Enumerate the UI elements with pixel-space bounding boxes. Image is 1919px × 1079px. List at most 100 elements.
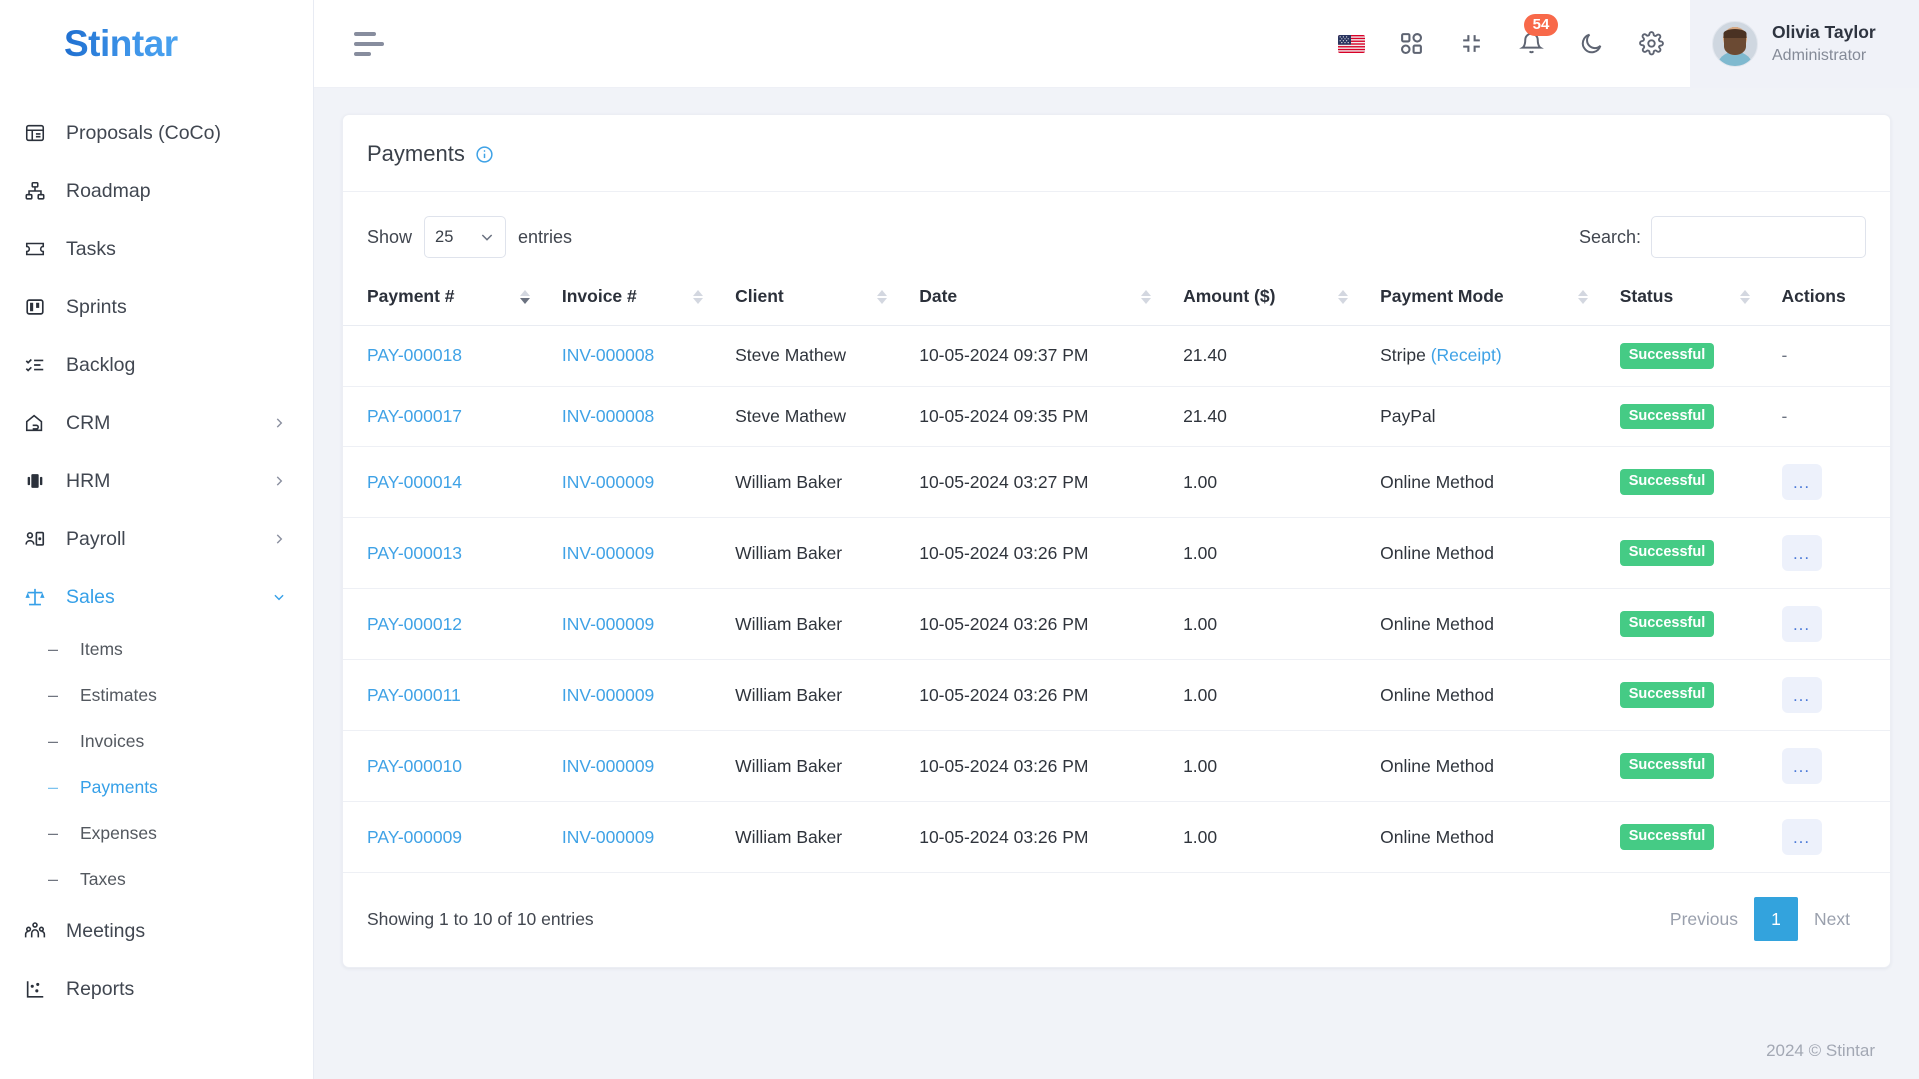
sidebar-subitem-payments[interactable]: – Payments	[0, 764, 313, 810]
cell-payment-mode: PayPal	[1368, 386, 1608, 447]
invoice-link[interactable]: INV-000009	[562, 472, 654, 492]
column-header-invoice[interactable]: Invoice #	[549, 272, 724, 326]
sidebar-item-crm[interactable]: CRM	[0, 394, 313, 452]
cell-payment-number: PAY-000011	[343, 659, 550, 731]
moon-icon[interactable]	[1574, 27, 1608, 61]
client-name: William Baker	[735, 471, 843, 492]
topbar: 54 Olivia Taylor Administrator	[314, 0, 1919, 88]
column-header-status[interactable]: Status	[1607, 272, 1770, 326]
gear-icon[interactable]	[1634, 27, 1668, 61]
payment-link[interactable]: PAY-000017	[367, 406, 462, 426]
payment-link[interactable]: PAY-000010	[367, 756, 462, 776]
row-actions-button[interactable]: ...	[1781, 677, 1822, 713]
page-size-select[interactable]: 25	[424, 216, 507, 258]
grid-apps-icon[interactable]	[1394, 27, 1428, 61]
row-actions-button[interactable]: ...	[1781, 819, 1822, 855]
cell-date: 10-05-2024 03:26 PM	[907, 659, 1172, 731]
sort-arrows-icon	[693, 289, 704, 304]
cell-invoice-number: INV-000009	[549, 517, 724, 589]
sidebar-item-meetings[interactable]: Meetings	[0, 902, 313, 960]
sidebar-item-proposals[interactable]: Proposals (CoCo)	[0, 104, 313, 162]
column-header-payment-mode[interactable]: Payment Mode	[1368, 272, 1608, 326]
sidebar-subitem-invoices[interactable]: – Invoices	[0, 718, 313, 764]
cell-payment-number: PAY-000012	[343, 588, 550, 660]
sidebar-item-sprints[interactable]: Sprints	[0, 278, 313, 336]
invoice-link[interactable]: INV-000009	[562, 827, 654, 847]
cell-invoice-number: INV-000009	[549, 801, 724, 873]
sort-arrows-icon	[1739, 289, 1750, 304]
client-name: William Baker	[735, 542, 843, 563]
column-header-date[interactable]: Date	[907, 272, 1172, 326]
column-header-client[interactable]: Client	[723, 272, 908, 326]
sidebar-item-label: Roadmap	[66, 179, 151, 202]
payment-link[interactable]: PAY-000013	[367, 543, 462, 563]
sidebar-subitem-items[interactable]: – Items	[0, 626, 313, 672]
sidebar-item-sales[interactable]: Sales	[0, 568, 313, 626]
sidebar-item-label: Sprints	[66, 295, 127, 318]
invoice-link[interactable]: INV-000009	[562, 756, 654, 776]
reports-icon	[24, 976, 54, 1002]
column-header-amount[interactable]: Amount ($)	[1171, 272, 1369, 326]
row-actions-button[interactable]: ...	[1781, 748, 1822, 784]
user-profile[interactable]: Olivia Taylor Administrator	[1690, 0, 1919, 88]
sidebar-subitem-expenses[interactable]: – Expenses	[0, 810, 313, 856]
table-row: PAY-000017 INV-000008 Steve Mathew 10-05-20…	[343, 386, 1890, 447]
sidebar-item-backlog[interactable]: Backlog	[0, 336, 313, 394]
column-label: Amount ($)	[1183, 286, 1276, 306]
sidebar-item-label: Reports	[66, 977, 135, 1000]
cell-date: 10-05-2024 09:37 PM	[907, 325, 1172, 387]
sidebar-nav: Proposals (CoCo) Roadmap Tasks Sprints B…	[0, 88, 313, 1079]
payment-link[interactable]: PAY-000018	[367, 345, 462, 365]
sidebar-subitem-label: Taxes	[80, 868, 126, 889]
invoice-link[interactable]: INV-000008	[562, 345, 654, 365]
receipt-link[interactable]: (Receipt)	[1431, 345, 1502, 365]
bell-icon[interactable]: 54	[1514, 13, 1558, 61]
pagination-previous[interactable]: Previous	[1654, 899, 1754, 940]
cell-status: Successful	[1607, 588, 1770, 660]
cell-client: William Baker	[723, 730, 908, 802]
collapse-screen-icon[interactable]	[1454, 27, 1488, 61]
cell-invoice-number: INV-000009	[549, 659, 724, 731]
notification-badge: 54	[1524, 13, 1558, 36]
payment-link[interactable]: PAY-000014	[367, 472, 462, 492]
payment-amount: 1.00	[1183, 613, 1218, 634]
us-flag-icon[interactable]	[1334, 27, 1368, 61]
search-label: Search:	[1578, 226, 1641, 247]
payment-mode-text: PayPal	[1380, 405, 1436, 426]
search-input[interactable]	[1651, 216, 1866, 258]
sidebar-item-hrm[interactable]: HRM	[0, 452, 313, 510]
client-name: William Baker	[735, 755, 843, 776]
payment-link[interactable]: PAY-000009	[367, 827, 462, 847]
pagination-next[interactable]: Next	[1798, 899, 1866, 940]
sidebar-item-reports[interactable]: Reports	[0, 960, 313, 1018]
sidebar-subitem-estimates[interactable]: – Estimates	[0, 672, 313, 718]
sidebar-subitem-taxes[interactable]: – Taxes	[0, 856, 313, 902]
row-actions-button[interactable]: ...	[1781, 606, 1822, 642]
invoice-link[interactable]: INV-000009	[562, 685, 654, 705]
invoice-link[interactable]: INV-000009	[562, 614, 654, 634]
sidebar-item-payroll[interactable]: Payroll	[0, 510, 313, 568]
payment-date: 10-05-2024 09:37 PM	[919, 345, 1089, 366]
sidebar-item-roadmap[interactable]: Roadmap	[0, 162, 313, 220]
brand-logo[interactable]: Stintar	[0, 0, 313, 88]
payment-date: 10-05-2024 03:26 PM	[919, 542, 1089, 563]
cell-actions: ...	[1769, 588, 1890, 660]
hamburger-icon[interactable]	[354, 24, 394, 64]
topbar-actions: 54	[1334, 13, 1690, 61]
info-circle-icon[interactable]	[475, 145, 494, 164]
cell-amount: 1.00	[1171, 801, 1369, 873]
invoice-link[interactable]: INV-000009	[562, 543, 654, 563]
row-actions-button[interactable]: ...	[1781, 464, 1822, 500]
cell-amount: 1.00	[1171, 730, 1369, 802]
proposals-icon	[24, 120, 54, 146]
cell-payment-mode: Online Method	[1368, 801, 1608, 873]
pagination-page-1[interactable]: 1	[1754, 897, 1799, 941]
table-header-row: Payment # Invoice # Client Date Amount (…	[343, 272, 1890, 326]
row-actions-button[interactable]: ...	[1781, 535, 1822, 571]
invoice-link[interactable]: INV-000008	[562, 406, 654, 426]
column-header-payment[interactable]: Payment #	[343, 272, 550, 326]
entries-label: entries	[518, 226, 573, 247]
sidebar-item-tasks[interactable]: Tasks	[0, 220, 313, 278]
payment-link[interactable]: PAY-000012	[367, 614, 462, 634]
payment-link[interactable]: PAY-000011	[367, 685, 461, 705]
